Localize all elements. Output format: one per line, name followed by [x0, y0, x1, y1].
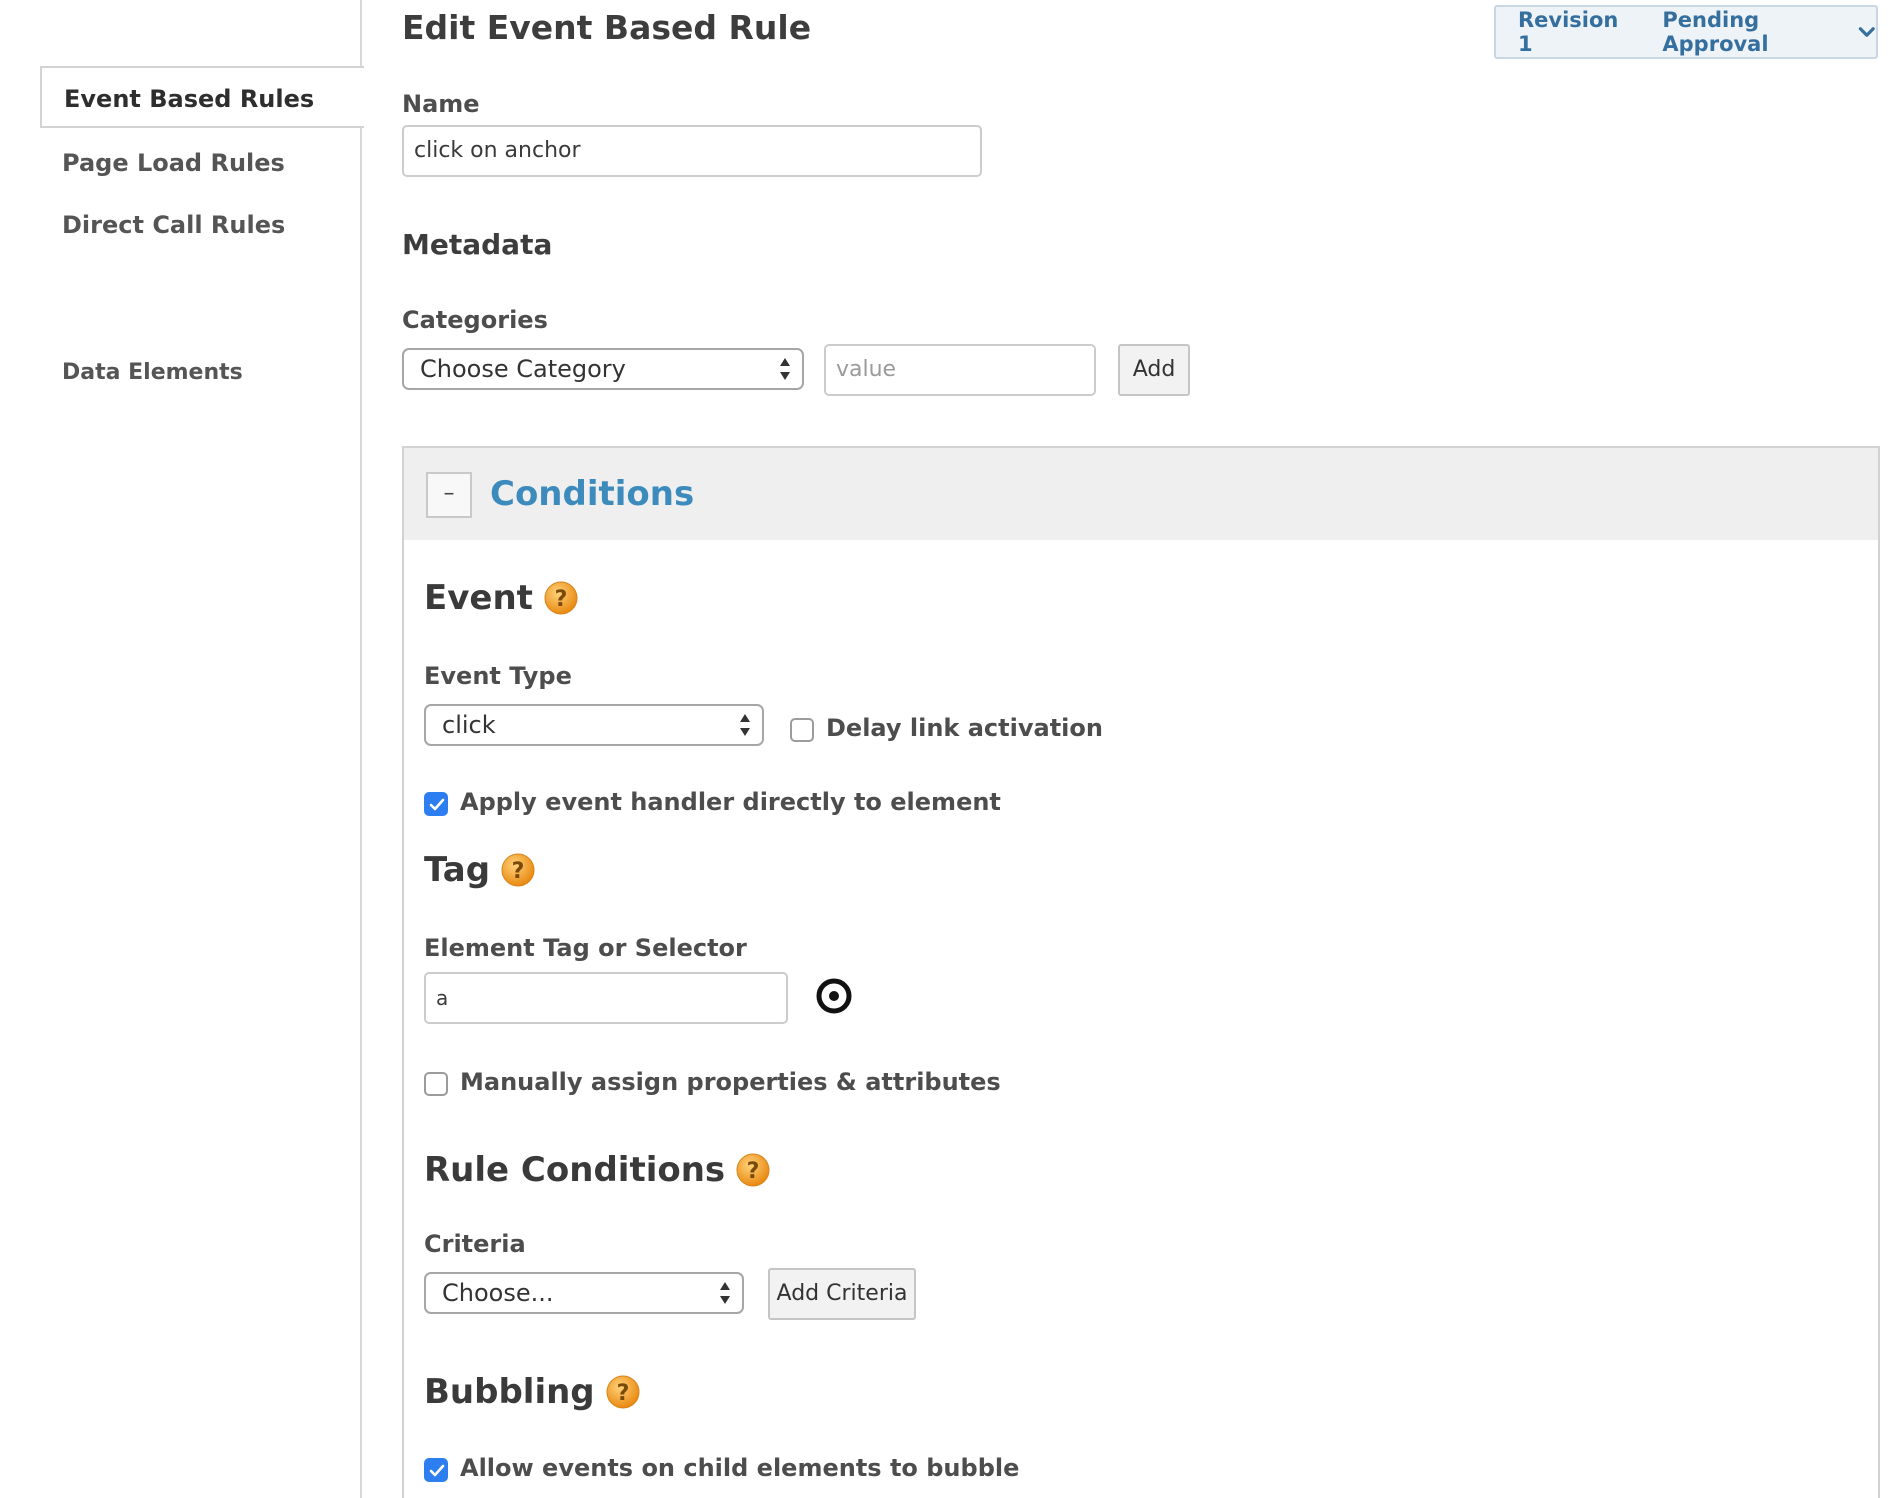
- svg-text:?: ?: [747, 1159, 760, 1184]
- sidebar-item-label: Direct Call Rules: [62, 211, 286, 239]
- conditions-panel: – Conditions Event ? Event Type click De…: [402, 446, 1880, 1498]
- sidebar-item-data-elements[interactable]: Data Elements: [40, 342, 364, 404]
- manual-assign-label: Manually assign properties & attributes: [460, 1068, 1001, 1096]
- target-icon[interactable]: [816, 978, 852, 1014]
- bubbling-section-title: Bubbling ?: [424, 1372, 641, 1412]
- svg-text:?: ?: [555, 587, 568, 612]
- event-type-select[interactable]: click: [424, 704, 764, 746]
- apply-handler-checkbox[interactable]: [424, 792, 448, 816]
- selector-input[interactable]: a: [424, 972, 788, 1024]
- help-icon[interactable]: ?: [735, 1152, 771, 1188]
- select-arrows-icon: [720, 1282, 730, 1304]
- metadata-title: Metadata: [402, 228, 553, 261]
- sidebar-item-direct-call-rules[interactable]: Direct Call Rules: [40, 194, 364, 256]
- conditions-header: – Conditions: [404, 448, 1878, 540]
- name-label: Name: [402, 90, 480, 118]
- event-title: Event: [424, 578, 533, 618]
- event-type-value: click: [442, 711, 496, 739]
- help-icon[interactable]: ?: [543, 580, 579, 616]
- checkmark-icon: [429, 798, 445, 811]
- chevron-down-icon: [1859, 27, 1876, 37]
- tag-title: Tag: [424, 850, 491, 890]
- svg-text:?: ?: [616, 1381, 629, 1406]
- add-category-button[interactable]: Add: [1118, 344, 1190, 396]
- sidebar-item-page-load-rules[interactable]: Page Load Rules: [40, 132, 364, 194]
- category-select[interactable]: Choose Category: [402, 348, 804, 390]
- bubbling-title: Bubbling: [424, 1372, 595, 1412]
- collapse-button[interactable]: –: [426, 472, 472, 518]
- event-type-label: Event Type: [424, 662, 572, 690]
- tag-section-title: Tag ?: [424, 850, 536, 890]
- event-section-title: Event ?: [424, 578, 579, 618]
- allow-bubble-checkbox[interactable]: [424, 1458, 448, 1482]
- add-criteria-button[interactable]: Add Criteria: [768, 1268, 916, 1320]
- sidebar-item-label: Event Based Rules: [64, 85, 315, 113]
- revision-label: Revision 1: [1518, 8, 1619, 56]
- revision-dropdown[interactable]: Revision 1 Pending Approval: [1494, 5, 1878, 59]
- select-arrows-icon: [740, 714, 750, 736]
- page-title: Edit Event Based Rule: [402, 8, 812, 47]
- apply-handler-label: Apply event handler directly to element: [460, 788, 1001, 816]
- manual-assign-checkbox[interactable]: [424, 1072, 448, 1096]
- rule-conditions-title: Rule Conditions: [424, 1150, 726, 1190]
- select-arrows-icon: [780, 358, 790, 380]
- help-icon[interactable]: ?: [500, 852, 536, 888]
- delay-link-label: Delay link activation: [826, 714, 1103, 742]
- sidebar-item-event-based-rules[interactable]: Event Based Rules: [40, 66, 364, 128]
- categories-label: Categories: [402, 306, 548, 334]
- criteria-select-value: Choose...: [442, 1279, 554, 1307]
- sidebar-item-label: Page Load Rules: [62, 149, 285, 177]
- help-icon[interactable]: ?: [605, 1374, 641, 1410]
- selector-label: Element Tag or Selector: [424, 934, 747, 962]
- sidebar: Event Based Rules Page Load Rules Direct…: [0, 0, 364, 1498]
- category-select-value: Choose Category: [420, 355, 626, 383]
- checkmark-icon: [429, 1464, 445, 1477]
- name-input[interactable]: click on anchor: [402, 125, 982, 177]
- delay-link-checkbox[interactable]: [790, 718, 814, 742]
- allow-bubble-label: Allow events on child elements to bubble: [460, 1454, 1020, 1482]
- status-label: Pending Approval: [1662, 8, 1769, 56]
- criteria-select[interactable]: Choose...: [424, 1272, 744, 1314]
- conditions-title: Conditions: [490, 474, 695, 514]
- rule-conditions-section-title: Rule Conditions ?: [424, 1150, 771, 1190]
- svg-text:?: ?: [512, 859, 525, 884]
- criteria-label: Criteria: [424, 1230, 526, 1258]
- category-value-input[interactable]: value: [824, 344, 1096, 396]
- sidebar-item-label: Data Elements: [62, 360, 243, 385]
